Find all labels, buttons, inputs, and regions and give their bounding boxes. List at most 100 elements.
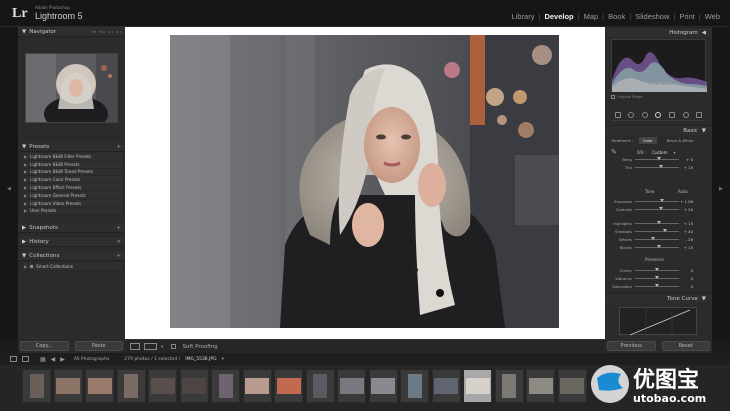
slider-knob[interactable]: [657, 244, 662, 248]
slider-value[interactable]: 0: [679, 284, 693, 289]
slider-knob[interactable]: [655, 283, 659, 287]
preset-folder[interactable]: ▶ Lightroom Video Presets: [22, 199, 122, 208]
slider-value[interactable]: 0: [679, 276, 693, 281]
slider-contrast[interactable]: Contrast + 20: [611, 206, 706, 212]
slider-clarity[interactable]: Clarity 0: [611, 267, 706, 273]
navigator-zoom-option[interactable]: 1:1: [108, 30, 113, 34]
left-panel-toggle-icon[interactable]: ◀: [7, 186, 11, 192]
navigator-zoom-option[interactable]: 3:1: [116, 30, 121, 34]
slider-knob[interactable]: [650, 236, 655, 240]
collections-header[interactable]: ▼ Collections +: [18, 251, 125, 261]
filmstrip-thumbnail[interactable]: [400, 369, 429, 403]
tone-curve-header[interactable]: Tone Curve ▼: [605, 293, 712, 303]
slider-exposure[interactable]: Exposure + 1.06: [611, 198, 706, 204]
module-web[interactable]: Web: [705, 12, 720, 21]
filmstrip-thumbnail[interactable]: [463, 369, 492, 403]
graduated-filter-icon[interactable]: [669, 112, 676, 118]
paste-button[interactable]: Paste: [74, 341, 123, 351]
slider-knob[interactable]: [657, 156, 662, 160]
history-header[interactable]: ▶ History ×: [18, 237, 125, 247]
slider-knob[interactable]: [655, 275, 659, 279]
slider-temp[interactable]: Temp + 5: [611, 156, 706, 162]
filmstrip-thumbnail[interactable]: [53, 369, 83, 403]
snapshots-header[interactable]: ▶ Snapshots +: [18, 223, 125, 233]
slider-track[interactable]: [635, 228, 679, 232]
image-canvas[interactable]: [125, 27, 605, 339]
wb-select[interactable]: Custom: [652, 150, 667, 155]
module-library[interactable]: Library: [512, 12, 535, 21]
module-develop[interactable]: Develop: [544, 12, 573, 21]
right-edge[interactable]: ▶: [712, 27, 730, 339]
reset-button[interactable]: Reset: [661, 341, 710, 351]
color-treatment-button[interactable]: Color: [638, 137, 657, 144]
main-photo[interactable]: [170, 35, 559, 328]
slider-value[interactable]: + 40: [679, 229, 693, 234]
back-icon[interactable]: ◀: [51, 356, 56, 363]
slider-track[interactable]: [635, 236, 679, 240]
previous-button[interactable]: Previous: [607, 341, 656, 351]
filmstrip-thumbnail[interactable]: [274, 369, 303, 403]
add-preset-icon[interactable]: +: [116, 144, 121, 150]
slider-value[interactable]: - 26: [679, 237, 693, 242]
forward-icon[interactable]: ▶: [60, 356, 65, 363]
filmstrip-thumbnail[interactable]: [85, 369, 114, 403]
filmstrip-thumbnail[interactable]: [526, 369, 555, 403]
basic-header[interactable]: Basic ▼: [605, 125, 712, 135]
slider-vibrance[interactable]: Vibrance 0: [611, 275, 706, 281]
collection-item[interactable]: ▶ Smart Collections: [22, 263, 122, 271]
grid-overlay-icon[interactable]: [614, 112, 621, 118]
slider-knob[interactable]: [658, 206, 663, 210]
bw-treatment-button[interactable]: Black & White: [663, 137, 698, 144]
module-book[interactable]: Book: [608, 12, 625, 21]
slider-highlights[interactable]: Highlights + 15: [611, 220, 706, 226]
slider-value[interactable]: + 1.06: [679, 199, 693, 204]
main-window-icon[interactable]: [10, 356, 17, 362]
slider-whites[interactable]: Whites - 26: [611, 236, 706, 242]
dropdown-arrow-icon[interactable]: ▾: [161, 344, 164, 350]
slider-track[interactable]: [635, 156, 679, 160]
slider-value[interactable]: + 5: [679, 157, 693, 162]
histogram-header[interactable]: Histogram ◀: [605, 27, 712, 37]
spot-removal-icon[interactable]: [641, 112, 648, 118]
slider-track[interactable]: [635, 198, 679, 202]
left-edge[interactable]: ◀: [0, 27, 18, 339]
dropdown-arrow-icon[interactable]: ▾: [674, 150, 676, 155]
filmstrip-thumbnail[interactable]: [557, 369, 587, 403]
radial-filter-icon[interactable]: [682, 112, 689, 118]
red-eye-icon[interactable]: [655, 112, 662, 118]
slider-value[interactable]: 0: [679, 268, 693, 273]
preset-folder[interactable]: ▶ Lightroom B&W Filter Presets: [22, 153, 122, 161]
preset-folder[interactable]: ▶ User Presets: [22, 207, 122, 216]
slider-track[interactable]: [635, 206, 679, 210]
soft-proofing-label[interactable]: Soft Proofing: [183, 344, 218, 350]
slider-track[interactable]: [635, 267, 679, 271]
slider-value[interactable]: + 15: [679, 221, 693, 226]
add-collection-icon[interactable]: +: [116, 253, 121, 259]
slider-tint[interactable]: Tint + 15: [611, 164, 706, 170]
original-photo-toggle[interactable]: Original Photo: [611, 95, 642, 99]
auto-tone-button[interactable]: Auto: [678, 189, 688, 194]
filmstrip-thumbnail[interactable]: [337, 369, 366, 403]
filmstrip-thumbnail[interactable]: [431, 369, 461, 403]
add-snapshot-icon[interactable]: +: [116, 225, 121, 231]
filmstrip-source[interactable]: All Photographs: [74, 357, 109, 362]
slider-knob[interactable]: [658, 164, 663, 168]
filmstrip-thumbnail[interactable]: [148, 369, 177, 403]
right-panel-toggle-icon[interactable]: ▶: [719, 186, 723, 192]
module-slideshow[interactable]: Slideshow: [635, 12, 669, 21]
tone-curve-graph[interactable]: [619, 307, 697, 336]
preset-folder[interactable]: ▶ Lightroom Effect Presets: [22, 184, 122, 192]
preset-folder[interactable]: ▶ Lightroom General Presets: [22, 191, 122, 200]
copy-button[interactable]: Copy...: [20, 341, 69, 351]
filmstrip-thumbnail[interactable]: [494, 369, 524, 403]
slider-track[interactable]: [635, 275, 679, 279]
adjustment-brush-icon[interactable]: [696, 112, 703, 118]
filmstrip-thumbnail[interactable]: [305, 369, 335, 403]
filmstrip-thumbnail[interactable]: [116, 369, 146, 403]
preset-folder[interactable]: ▶ Lightroom Color Presets: [22, 176, 122, 185]
crop-tool-icon[interactable]: [628, 112, 635, 118]
module-print[interactable]: Print: [679, 12, 694, 21]
second-window-icon[interactable]: [22, 356, 29, 362]
module-map[interactable]: Map: [584, 12, 599, 21]
navigator-zoom-option[interactable]: FILL: [99, 30, 105, 34]
